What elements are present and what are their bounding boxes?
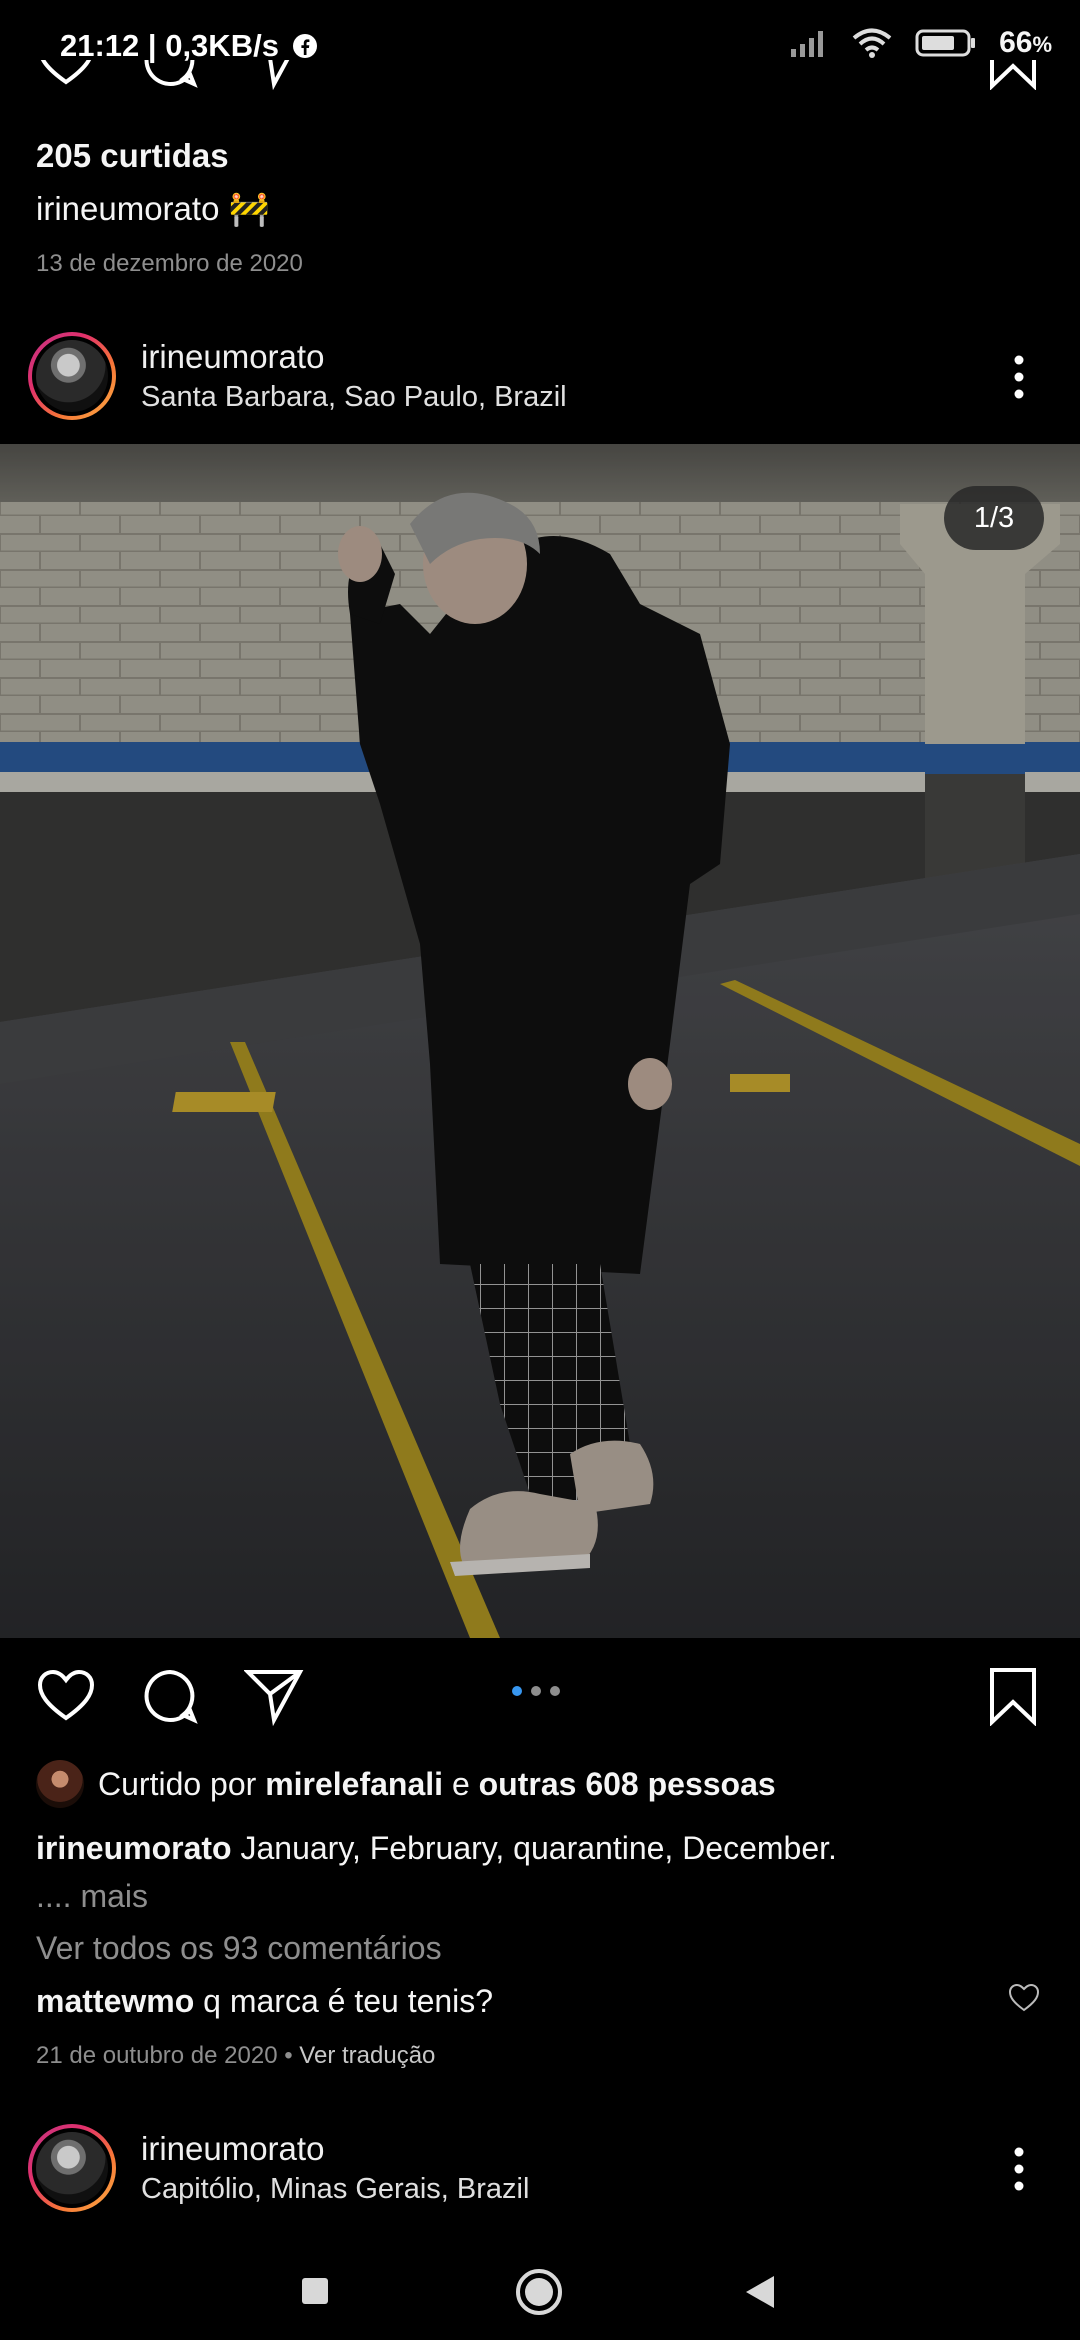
comment: mattewmo q marca é teu tenis? [36, 1983, 493, 2020]
caption-text: January, February, quarantine, December. [240, 1830, 837, 1866]
avatar-image [36, 2132, 108, 2204]
carousel-dot [531, 1686, 541, 1696]
share-icon[interactable] [244, 1666, 304, 1726]
battery-percent: 66 [999, 26, 1033, 59]
like-heart-icon[interactable] [36, 1666, 96, 1724]
post-username[interactable]: irineumorato [141, 338, 324, 376]
post-action-bar [0, 1660, 1080, 1732]
bookmark-icon[interactable] [988, 60, 1038, 90]
next-post-header [28, 2124, 116, 2212]
battery-icon [915, 29, 976, 57]
status-time: 21:12 | 0,3KB/s [60, 28, 318, 64]
liked-by-user[interactable]: mirelefanali [265, 1766, 443, 1802]
wifi-icon [852, 28, 892, 58]
caption-more-link[interactable]: .... mais [36, 1878, 148, 1914]
system-navigation-bar [0, 2240, 1080, 2340]
avatar[interactable] [28, 332, 116, 420]
back-triangle-icon[interactable] [744, 2274, 776, 2310]
comment-icon[interactable] [140, 60, 200, 90]
clock: 21:12 [60, 28, 140, 63]
liked-by-joiner: e [451, 1765, 470, 1802]
previous-post-caption: irineumorato 🚧 [36, 190, 270, 227]
home-circle-icon[interactable] [514, 2267, 564, 2317]
facebook-icon [292, 34, 317, 58]
previous-post-date: 13 de dezembro de 2020 [36, 250, 303, 277]
avatar-image [36, 340, 108, 412]
parking-garage-photo [0, 444, 1080, 1638]
more-options-icon[interactable] [1004, 352, 1034, 402]
post-photo[interactable] [0, 444, 1080, 1638]
liked-by-prefix: Curtido por [98, 1765, 257, 1802]
post-location[interactable]: Santa Barbara, Sao Paulo, Brazil [141, 381, 567, 414]
battery-unit: % [1032, 32, 1052, 57]
caption-username[interactable]: irineumorato [36, 1830, 232, 1866]
previous-post-likes[interactable]: 205 curtidas [36, 137, 229, 175]
post-caption: irineumorato January, February, quaranti… [36, 1824, 1036, 1920]
liked-by[interactable]: Curtido por mirelefanali e outras 608 pe… [36, 1760, 776, 1808]
comment-icon[interactable] [140, 1666, 200, 1726]
save-bookmark-icon[interactable] [988, 1666, 1038, 1726]
comment-like-heart-icon[interactable] [1008, 1983, 1040, 2013]
network-speed: | 0,3KB/s [147, 28, 279, 63]
image-counter: 1/3 [944, 486, 1044, 550]
next-post-location[interactable]: Capitólio, Minas Gerais, Brazil [141, 2173, 529, 2206]
heart-icon[interactable] [36, 60, 96, 90]
status-icons: 66% [789, 26, 1052, 60]
carousel-dot-active [512, 1686, 522, 1696]
comment-date: 21 de outubro de 2020 [36, 2042, 278, 2069]
recents-square-icon[interactable] [300, 2276, 330, 2306]
next-post-avatar[interactable] [28, 2124, 116, 2212]
next-post-username[interactable]: irineumorato [141, 2130, 324, 2168]
see-translation-link[interactable]: Ver tradução [299, 2042, 435, 2069]
view-all-comments-link[interactable]: Ver todos os 93 comentários [36, 1930, 442, 1967]
comment-username[interactable]: mattewmo [36, 1983, 194, 2019]
signal-icon [791, 31, 824, 57]
comment-separator: • [284, 2042, 293, 2069]
comment-meta: 21 de outubro de 2020 • Ver tradução [36, 2042, 435, 2070]
next-post-more-options-icon[interactable] [1004, 2144, 1034, 2194]
liked-by-others[interactable]: outras 608 pessoas [479, 1766, 776, 1802]
previous-post-actions [0, 60, 1080, 110]
share-icon[interactable] [244, 60, 304, 90]
comment-text: q marca é teu tenis? [203, 1983, 494, 2019]
liker-avatar [36, 1760, 84, 1808]
carousel-indicator [512, 1686, 560, 1696]
carousel-dot [550, 1686, 560, 1696]
post-header [28, 332, 116, 420]
